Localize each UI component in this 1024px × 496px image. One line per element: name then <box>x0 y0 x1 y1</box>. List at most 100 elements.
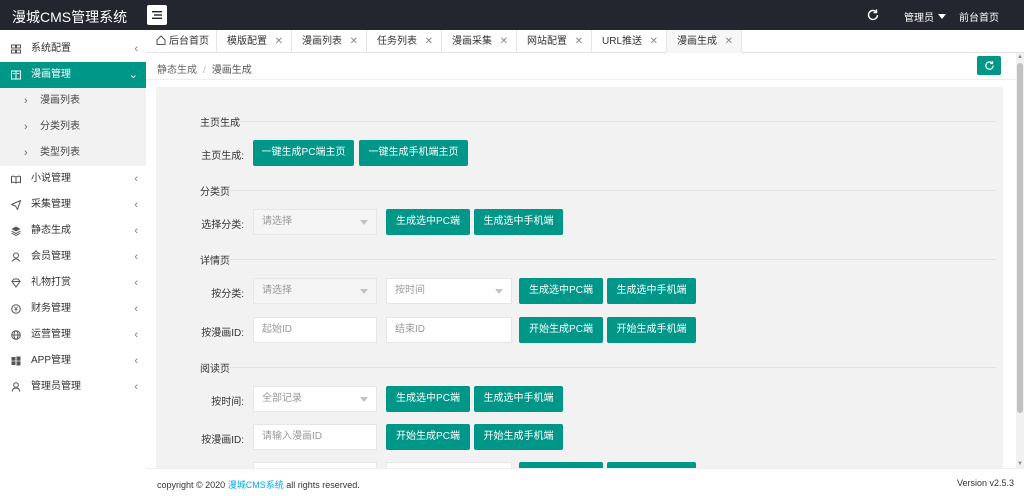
sidebar-item-gift-reward[interactable]: 礼物打赏 ‹ <box>0 270 146 296</box>
refresh-icon[interactable] <box>866 8 880 22</box>
detail-time-select-value: 按时间 <box>395 285 425 296</box>
tab-comic-list[interactable]: 漫画列表 ✕ <box>292 30 367 53</box>
page-refresh-button[interactable] <box>977 56 1001 75</box>
copyright-link[interactable]: 漫城CMS系统 <box>228 480 284 490</box>
caret-down-icon <box>360 289 368 294</box>
sidebar-item-collect-management[interactable]: 采集管理 ‹ <box>0 192 146 218</box>
sidebar-item-admin-management[interactable]: 管理员管理 ‹ <box>0 374 146 400</box>
breadcrumb-separator: / <box>203 65 206 76</box>
yen-icon <box>11 304 21 314</box>
read-time-select[interactable]: 全部记录 <box>253 386 377 412</box>
sidebar-item-member-management[interactable]: 会员管理 ‹ <box>0 244 146 270</box>
detail-start-generate-pc-button[interactable]: 开始生成PC端 <box>519 317 603 343</box>
open-book-icon <box>11 175 21 184</box>
tab-label: 漫画生成 <box>677 36 717 47</box>
generate-form-panel: 主页生成 主页生成: 一键生成PC端主页 一键生成手机端主页 分类页 选择分类:… <box>156 87 1003 468</box>
generate-mobile-home-button[interactable]: 一键生成手机端主页 <box>359 140 468 166</box>
copyright-prefix: copyright © 2020 <box>157 480 226 490</box>
detail-category-select[interactable]: 请选择 <box>253 278 377 304</box>
close-icon[interactable]: ✕ <box>425 30 433 53</box>
menu-toggle-button[interactable] <box>147 5 167 25</box>
vertical-scrollbar[interactable]: ▲ ▼ <box>1016 53 1024 468</box>
tab-comic-generate[interactable]: 漫画生成 ✕ <box>667 30 742 53</box>
frontend-home-link[interactable]: 前台首页 <box>959 9 999 24</box>
detail-generate-pc-button[interactable]: 生成选中PC端 <box>519 278 603 304</box>
tab-site-config[interactable]: 网站配置 ✕ <box>517 30 592 53</box>
tab-url-push[interactable]: URL推送 ✕ <box>592 30 667 53</box>
detail-by-id-label: 按漫画ID: <box>201 328 244 339</box>
sidebar-subitem-label: 分类列表 <box>40 121 80 132</box>
chevron-right-icon: › <box>24 147 28 159</box>
close-icon[interactable]: ✕ <box>650 30 658 53</box>
home-generate-label: 主页生成: <box>201 151 244 162</box>
section-divider <box>228 367 996 368</box>
read-comic-id-input[interactable]: 请输入漫画ID <box>253 424 377 450</box>
scrollbar-thumb[interactable] <box>1017 63 1023 413</box>
tab-template-config[interactable]: 模版配置 ✕ <box>217 30 292 53</box>
sidebar-item-label: 采集管理 <box>31 199 71 210</box>
sidebar-subitem-label: 漫画列表 <box>40 95 80 106</box>
read-start-generate-mobile-button[interactable]: 开始生成手机端 <box>474 424 563 450</box>
sidebar-item-static-generate[interactable]: 静态生成 ‹ <box>0 218 146 244</box>
chevron-right-icon: › <box>24 95 28 107</box>
tab-comic-collect[interactable]: 漫画采集 ✕ <box>442 30 517 53</box>
breadcrumb-parent[interactable]: 静态生成 <box>157 65 197 76</box>
category-generate-mobile-button[interactable]: 生成选中手机端 <box>474 209 563 235</box>
sidebar-item-finance-management[interactable]: 财务管理 ‹ <box>0 296 146 322</box>
sidebar-item-system-config[interactable]: 系统配置 ‹ <box>0 36 146 62</box>
sidebar-item-label: 系统配置 <box>31 43 71 54</box>
tab-task-list[interactable]: 任务列表 ✕ <box>367 30 442 53</box>
copyright-text: copyright © 2020 漫城CMS系统 all rights rese… <box>157 478 360 491</box>
close-icon[interactable]: ✕ <box>725 30 733 53</box>
category-generate-pc-button[interactable]: 生成选中PC端 <box>386 209 470 235</box>
sidebar-item-operation-management[interactable]: 运营管理 ‹ <box>0 322 146 348</box>
category-select[interactable]: 请选择 <box>253 209 377 235</box>
close-icon[interactable]: ✕ <box>350 30 358 53</box>
section-divider <box>228 190 996 191</box>
read-start-generate-pc-button[interactable]: 开始生成PC端 <box>386 424 470 450</box>
select-category-label: 选择分类: <box>201 220 244 231</box>
read-generate-pc-button[interactable]: 生成选中PC端 <box>386 386 470 412</box>
caret-down-icon <box>360 397 368 402</box>
admin-user-menu[interactable]: 管理员 <box>904 9 946 24</box>
scroll-down-icon[interactable]: ▼ <box>1016 460 1024 468</box>
chevron-left-icon: ‹ <box>134 225 138 237</box>
close-icon[interactable]: ✕ <box>575 30 583 53</box>
detail-end-id-input[interactable]: 结束ID <box>386 317 512 343</box>
breadcrumb-bar: 静态生成 / 漫画生成 <box>146 53 1016 80</box>
chevron-left-icon: ‹ <box>134 303 138 315</box>
sidebar-item-novel-management[interactable]: 小说管理 ‹ <box>0 166 146 192</box>
sidebar-item-label: 会员管理 <box>31 251 71 262</box>
chevron-left-icon: ‹ <box>134 329 138 341</box>
tab-label: URL推送 <box>602 36 643 47</box>
sidebar-subitem-comic-list[interactable]: › 漫画列表 <box>0 88 146 114</box>
read-generate-mobile-button[interactable]: 生成选中手机端 <box>474 386 563 412</box>
sidebar-subitem-category-list[interactable]: › 分类列表 <box>0 114 146 140</box>
sidebar-item-app-management[interactable]: APP管理 ‹ <box>0 348 146 374</box>
close-icon[interactable]: ✕ <box>500 30 508 53</box>
detail-time-select[interactable]: 按时间 <box>386 278 512 304</box>
scroll-up-icon[interactable]: ▲ <box>1016 53 1024 61</box>
caret-down-icon <box>360 220 368 225</box>
tab-label: 任务列表 <box>377 36 417 47</box>
person-icon <box>11 382 21 392</box>
detail-start-generate-mobile-button[interactable]: 开始生成手机端 <box>607 317 696 343</box>
sidebar-item-label: APP管理 <box>31 355 72 366</box>
footer: copyright © 2020 漫城CMS系统 all rights rese… <box>146 468 1024 496</box>
generate-pc-home-button[interactable]: 一键生成PC端主页 <box>253 140 354 166</box>
tab-label: 漫画采集 <box>452 36 492 47</box>
category-select-value: 请选择 <box>262 216 292 227</box>
chevron-down-icon: ⌄ <box>128 69 138 81</box>
tab-admin-home[interactable]: 后台首页 <box>146 30 217 53</box>
close-icon[interactable]: ✕ <box>275 30 283 53</box>
sidebar-subitem-type-list[interactable]: › 类型列表 <box>0 140 146 166</box>
sidebar-item-label: 小说管理 <box>31 173 71 184</box>
main-content: 主页生成 主页生成: 一键生成PC端主页 一键生成手机端主页 分类页 选择分类:… <box>146 80 1016 468</box>
detail-by-category-label: 按分类: <box>211 289 244 300</box>
tab-label: 后台首页 <box>169 36 209 47</box>
sidebar-item-comic-management[interactable]: 漫画管理 ⌄ <box>0 62 146 88</box>
detail-start-id-input[interactable]: 起始ID <box>253 317 377 343</box>
chevron-left-icon: ‹ <box>134 355 138 367</box>
detail-generate-mobile-button[interactable]: 生成选中手机端 <box>607 278 696 304</box>
sidebar-item-label: 运营管理 <box>31 329 71 340</box>
